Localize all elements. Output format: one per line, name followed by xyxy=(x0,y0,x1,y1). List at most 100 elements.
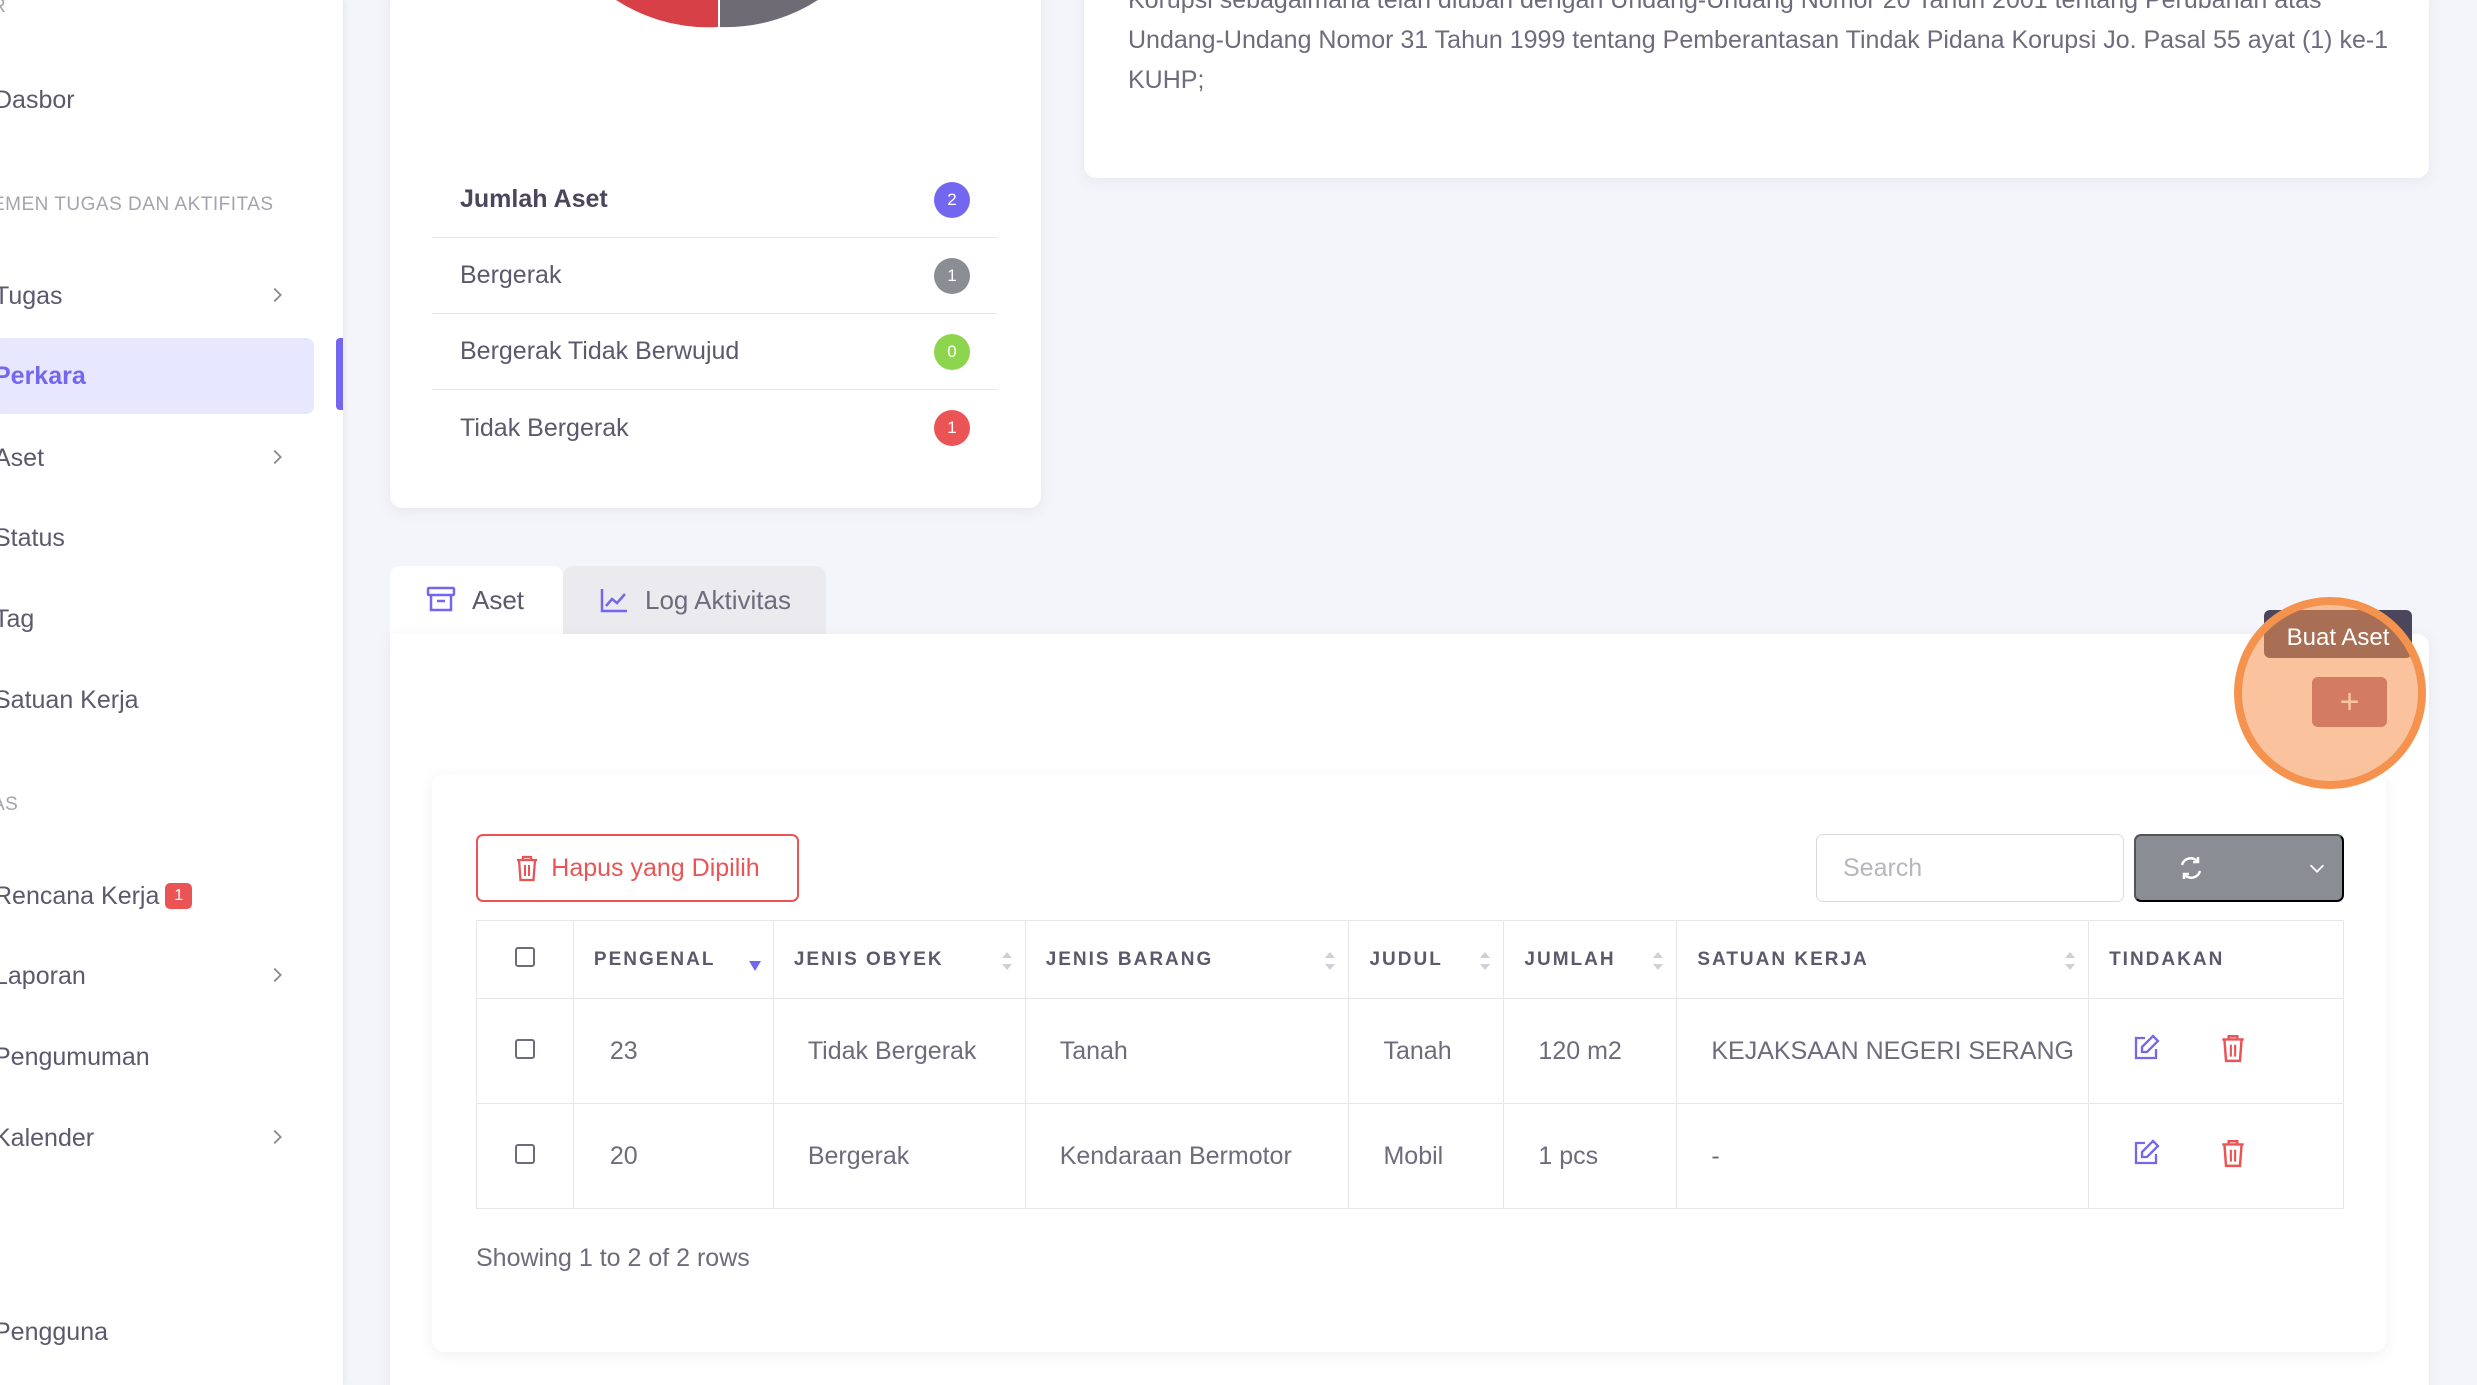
stat-row-bergerak: Bergerak 1 xyxy=(432,238,997,314)
create-asset-button[interactable]: + xyxy=(2312,677,2387,727)
sidebar-section-header: AS xyxy=(0,794,19,815)
sidebar-item-aset[interactable]: Aset xyxy=(0,428,314,488)
cell-pengenal: 20 xyxy=(572,1103,774,1209)
table-header-row: PENGENAL JENIS OBYEK JENIS BARANG JUDUL … xyxy=(476,920,2344,999)
cell-pengenal: 23 xyxy=(572,998,774,1104)
sidebar-item-tugas[interactable]: Tugas xyxy=(0,266,314,326)
select-cell xyxy=(476,1103,574,1209)
sidebar-item-status[interactable]: Status xyxy=(0,508,314,568)
column-header-jenis-barang[interactable]: JENIS BARANG xyxy=(1024,920,1350,999)
column-label: JENIS OBYEK xyxy=(793,948,944,970)
cell-jenis-obyek: Tidak Bergerak xyxy=(772,998,1026,1104)
sidebar-item-label: Laporan xyxy=(0,961,86,990)
sidebar-item-label: Pengumuman xyxy=(0,1042,150,1071)
stat-row-jumlah-aset: Jumlah Aset 2 xyxy=(432,162,997,238)
column-header-satuan-kerja[interactable]: SATUAN KERJA xyxy=(1676,920,2090,999)
sidebar-item-label: Satuan Kerja xyxy=(0,685,139,714)
pie-slice-bergerak xyxy=(720,0,818,28)
column-header-jenis-obyek[interactable]: JENIS OBYEK xyxy=(772,920,1026,999)
cell-judul: Tanah xyxy=(1348,998,1505,1104)
sidebar-item-label: Rencana Kerja xyxy=(0,881,160,910)
sidebar-item-label: Dasbor xyxy=(0,85,75,114)
create-asset-tooltip: Buat Aset xyxy=(2286,624,2390,651)
sidebar-item-perkara[interactable]: Perkara xyxy=(0,338,314,414)
edit-button[interactable] xyxy=(2131,1033,2161,1063)
tab-label: Log Aktivitas xyxy=(645,584,791,615)
sidebar-item-label: Tag xyxy=(0,604,35,633)
column-header-jumlah[interactable]: JUMLAH xyxy=(1503,920,1678,999)
delete-button[interactable] xyxy=(2220,1033,2246,1063)
chart-line-icon xyxy=(600,589,627,613)
sidebar-header-top: R xyxy=(0,0,6,18)
button-label: Hapus yang Dipilih xyxy=(551,853,760,882)
description-line: KUHP; xyxy=(1128,66,1205,94)
table-row: 23 Tidak Bergerak Tanah Tanah 120 m2 KEJ… xyxy=(476,998,2344,1104)
chevron-right-icon xyxy=(273,1129,282,1145)
chevron-right-icon xyxy=(273,449,282,465)
column-label: JUDUL xyxy=(1369,948,1443,970)
sidebar-item-kalender[interactable]: Kalender xyxy=(0,1108,314,1168)
tab-log-aktivitas[interactable]: Log Aktivitas xyxy=(563,566,826,634)
pagination-info: Showing 1 to 2 of 2 rows xyxy=(476,1244,750,1272)
select-all-checkbox[interactable] xyxy=(514,946,535,967)
delete-button[interactable] xyxy=(2220,1138,2246,1168)
column-label: TINDAKAN xyxy=(2109,948,2225,970)
search-input[interactable] xyxy=(1816,834,2124,902)
sidebar-item-dasbor[interactable]: Dasbor xyxy=(0,70,314,130)
row-checkbox[interactable] xyxy=(514,1038,535,1059)
stat-row-tidak-bergerak: Tidak Bergerak 1 xyxy=(432,390,997,466)
sidebar-item-tag[interactable]: Tag xyxy=(0,589,314,649)
cell-jenis-barang: Tanah xyxy=(1024,998,1350,1104)
sidebar-item-pengguna[interactable]: Pengguna xyxy=(0,1302,314,1362)
chevron-down-icon xyxy=(2309,864,2325,873)
asset-table: PENGENAL JENIS OBYEK JENIS BARANG JUDUL … xyxy=(476,920,2344,1209)
archive-icon xyxy=(426,586,456,612)
sidebar-item-label: Tugas xyxy=(0,281,63,310)
edit-icon xyxy=(2134,1033,2160,1059)
sidebar-item-label: Kalender xyxy=(0,1123,95,1152)
edit-button[interactable] xyxy=(2131,1138,2161,1168)
count-badge: 0 xyxy=(934,333,970,370)
sort-desc-icon xyxy=(748,961,761,971)
delete-selected-button[interactable]: Hapus yang Dipilih xyxy=(476,834,799,902)
edit-icon xyxy=(2134,1138,2160,1164)
description-line: Korupsi sebagaimana telah diubah dengan … xyxy=(1128,0,2322,14)
notification-badge: 1 xyxy=(165,883,193,909)
refresh-button[interactable] xyxy=(2134,834,2344,902)
row-checkbox[interactable] xyxy=(514,1143,535,1164)
stat-label: Bergerak Tidak Berwujud xyxy=(460,337,740,365)
case-description: Korupsi sebagaimana telah diubah dengan … xyxy=(1128,0,2398,100)
sidebar-item-pengumuman[interactable]: Pengumuman xyxy=(0,1027,314,1087)
sidebar-item-rencana-kerja[interactable]: Rencana Kerja 1 xyxy=(0,866,314,926)
stat-label: Bergerak xyxy=(460,261,562,289)
select-cell xyxy=(476,998,574,1104)
count-badge: 1 xyxy=(934,410,970,446)
trash-icon xyxy=(2222,1139,2244,1167)
sort-icon xyxy=(2065,952,2076,970)
chevron-right-icon xyxy=(273,967,282,983)
sidebar-item-laporan[interactable]: Laporan xyxy=(0,946,314,1006)
asset-pie-chart xyxy=(616,0,818,28)
pie-slice-tidak-bergerak xyxy=(616,0,718,28)
sidebar: R Dasbor EMEN TUGAS DAN AKTIFITAS Tugas … xyxy=(0,0,343,1385)
tab-label: Aset xyxy=(472,584,525,615)
column-header-judul[interactable]: JUDUL xyxy=(1348,920,1505,999)
stat-label: Jumlah Aset xyxy=(460,185,608,213)
trash-icon xyxy=(517,855,538,882)
chevron-right-icon xyxy=(273,287,282,303)
active-indicator xyxy=(336,338,343,410)
sidebar-item-label: Aset xyxy=(0,443,45,472)
sort-icon xyxy=(1653,952,1664,970)
stat-row-bergerak-tidak-berwujud: Bergerak Tidak Berwujud 0 xyxy=(432,314,997,390)
column-label: PENGENAL xyxy=(593,948,716,970)
sort-icon xyxy=(1480,952,1491,970)
count-badge: 1 xyxy=(934,257,970,294)
column-header-pengenal[interactable]: PENGENAL xyxy=(572,920,774,999)
cell-satuan-kerja: KEJAKSAAN NEGERI SERANG xyxy=(1676,998,2090,1104)
tab-aset[interactable]: Aset xyxy=(390,566,563,634)
select-all-cell xyxy=(476,920,574,999)
count-badge: 2 xyxy=(934,181,970,218)
cell-jenis-barang: Kendaraan Bermotor xyxy=(1024,1103,1350,1209)
cell-judul: Mobil xyxy=(1348,1103,1505,1209)
sidebar-item-satuan-kerja[interactable]: Satuan Kerja xyxy=(0,670,314,730)
